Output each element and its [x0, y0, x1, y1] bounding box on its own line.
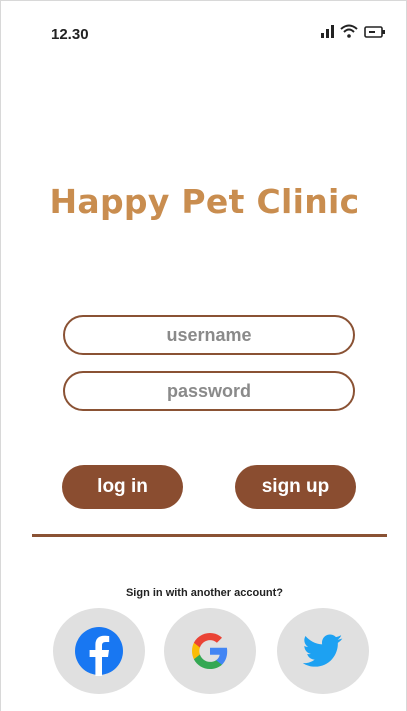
- twitter-signin-button[interactable]: [277, 608, 369, 694]
- twitter-icon: [303, 634, 343, 667]
- google-signin-button[interactable]: [164, 608, 256, 694]
- password-input[interactable]: [63, 371, 355, 411]
- username-input[interactable]: [63, 315, 355, 355]
- battery-icon: [364, 26, 385, 38]
- google-icon: [192, 633, 228, 669]
- facebook-icon: [75, 627, 123, 676]
- status-time: 12.30: [51, 26, 89, 43]
- login-button[interactable]: log in: [62, 465, 183, 509]
- alternate-signin-prompt: Sign in with another account?: [125, 587, 284, 599]
- divider: [32, 534, 387, 537]
- status-icons: [321, 24, 386, 38]
- signup-button[interactable]: sign up: [235, 465, 356, 509]
- facebook-signin-button[interactable]: [53, 608, 145, 694]
- frame-border: [1, 0, 406, 1]
- app-title: Happy Pet Clinic: [49, 182, 360, 221]
- wifi-icon: [340, 24, 358, 38]
- app-screen: 12.30 Happy Pet Clinic log in sign up Si…: [0, 0, 407, 711]
- signal-icon: [321, 24, 334, 38]
